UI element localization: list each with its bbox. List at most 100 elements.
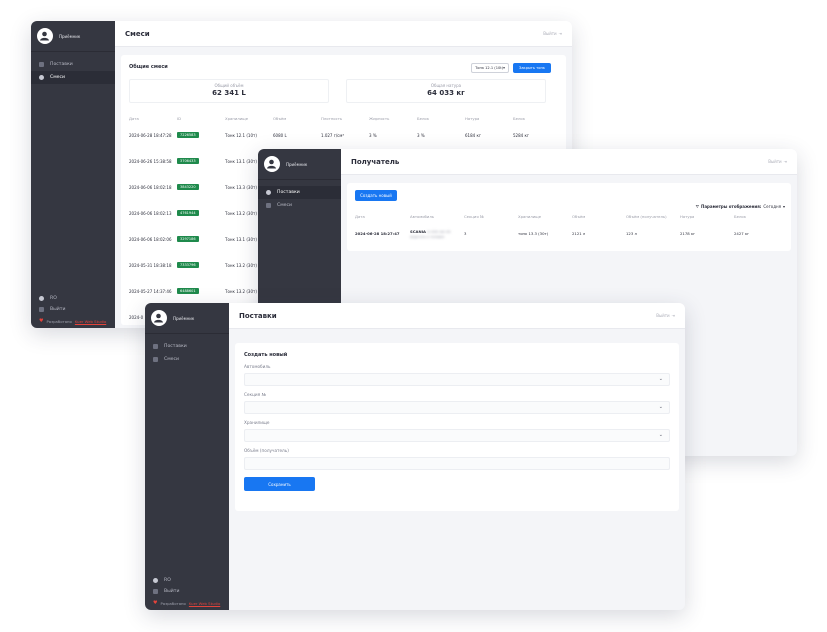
- sidebar-item-label: Выйти: [164, 589, 180, 594]
- page-title: Смеси: [125, 29, 150, 38]
- storage-select[interactable]: ⌄: [244, 429, 670, 442]
- profile[interactable]: Приёмник: [145, 303, 229, 334]
- sidebar-item-mixes[interactable]: Смеси: [258, 199, 341, 212]
- cell-protein: 3 %: [417, 133, 425, 138]
- volume-input[interactable]: [244, 457, 670, 470]
- stat-value: 64 033 кг: [427, 89, 465, 97]
- column-header: Объём (получатель): [626, 214, 667, 219]
- display-params-value: Сегодня: [763, 204, 781, 209]
- cell-date: 2024-06-28 18:47:28: [129, 133, 172, 138]
- logout-icon: ⇥: [558, 31, 562, 36]
- credit-text: Разработано: [160, 600, 186, 606]
- sidebar-item-label: RO: [164, 578, 171, 583]
- id-badge: 3706433: [177, 158, 199, 164]
- cell-protein-total: 5284 кг: [513, 133, 529, 138]
- column-header: Объём: [273, 116, 287, 121]
- sidebar-item-supplies[interactable]: Поставки: [31, 58, 115, 71]
- cell-tank: Тонк 13.2 (30т): [225, 289, 257, 294]
- cell-volume: 2121 л: [572, 231, 586, 236]
- heart-icon: ♥: [39, 318, 44, 324]
- save-button[interactable]: Сохранить: [244, 477, 315, 491]
- sidebar-item-label: Поставки: [277, 190, 300, 195]
- sidebar-item-label: RO: [50, 296, 57, 301]
- logout-icon: [39, 307, 44, 312]
- sidebar-item-language[interactable]: RO: [145, 575, 229, 586]
- column-header: Хранилище: [225, 116, 249, 121]
- topbar: Смеси Выйти ⇥: [115, 21, 572, 47]
- cell-date: 2024-06-06 18:02:13: [129, 211, 172, 216]
- sidebar-item-logout[interactable]: Выйти: [31, 304, 115, 315]
- globe-icon: [39, 296, 44, 301]
- grid-icon: [153, 344, 158, 349]
- field-label: Секция №: [244, 392, 266, 397]
- cell-tank: Тонк 13.2 (30т): [225, 211, 257, 216]
- logout-link[interactable]: Выйти ⇥: [768, 159, 787, 164]
- pie-icon: [39, 75, 44, 80]
- field-label: Хранилище: [244, 420, 270, 425]
- credit-text: Разработано: [46, 318, 72, 324]
- cell-tank: Тонк 13.3 (30т): [225, 185, 257, 190]
- sidebar-item-logout[interactable]: Выйти: [145, 586, 229, 597]
- profile[interactable]: Приёмник: [31, 21, 115, 52]
- sidebar-item-supplies[interactable]: Поставки: [258, 186, 341, 199]
- chevron-down-icon: ⌄: [658, 404, 663, 410]
- sidebar-item-label: Поставки: [50, 62, 73, 67]
- sidebar-item-mixes[interactable]: Смеси: [31, 71, 115, 84]
- column-header: Дата: [129, 116, 139, 121]
- stat-weight: Общая натура 64 033 кг: [346, 79, 546, 103]
- column-header: ID: [177, 116, 182, 121]
- logout-icon: ⇥: [783, 159, 787, 164]
- create-new-button[interactable]: Создать новый: [355, 190, 397, 201]
- column-header: Белок: [734, 214, 746, 219]
- filter-icon: ⛛: [695, 204, 699, 209]
- column-header: Плотность: [321, 116, 343, 121]
- card-title: Общие смеси: [129, 64, 168, 70]
- column-header: Хранилище: [518, 214, 542, 219]
- logout-label: Выйти: [768, 159, 782, 164]
- cell-tank: тонк 13.3 (30т): [518, 231, 549, 236]
- cell-volume-recv: 123 л: [626, 231, 637, 236]
- heart-icon: ♥: [153, 600, 158, 606]
- logout-label: Выйти: [656, 313, 670, 318]
- cell-date: 2024-05-27 14:37:46: [129, 289, 172, 294]
- cell-volume: 6080 L: [273, 133, 287, 138]
- logout-link[interactable]: Выйти ⇥: [543, 31, 562, 36]
- cell-date: 2024-06-26 15:38:58: [129, 159, 172, 164]
- chevron-down-icon: ▾: [503, 66, 505, 70]
- profile[interactable]: Приёмник: [258, 149, 341, 180]
- grid-icon: [266, 203, 271, 208]
- sidebar: Приёмник Поставки Смеси RO Выйти ♥ Разраб…: [145, 303, 229, 610]
- field-label: Автомобиль: [244, 364, 271, 369]
- tank-select[interactable]: Тонк 12.1 (10t) ▾: [471, 63, 509, 73]
- sidebar-item-language[interactable]: RO: [31, 293, 115, 304]
- credit-link[interactable]: Kuer Web Studio: [189, 601, 220, 606]
- field-storage: Хранилище ⌄: [244, 420, 670, 442]
- close-tank-button[interactable]: Закрыть тонк: [513, 63, 551, 73]
- id-badge: 7333796: [177, 262, 199, 268]
- avatar: [151, 310, 167, 326]
- section-select[interactable]: ⌄: [244, 401, 670, 414]
- field-vehicle: Автомобиль ⌄: [244, 364, 670, 386]
- sidebar-item-label: Смеси: [50, 75, 66, 80]
- receiver-card: Создать новый ⛛ Параметры отображения: С…: [347, 183, 791, 251]
- column-header: Автомобиль: [410, 214, 435, 219]
- credit: ♥ Разработано Kuer Web Studio: [31, 315, 115, 324]
- display-params[interactable]: ⛛ Параметры отображения: Сегодня ▾: [696, 204, 785, 209]
- cell-date: 2024-05-31 18:38:18: [129, 263, 172, 268]
- stat-value: 62 341 L: [212, 89, 246, 97]
- sidebar-item-label: Смеси: [164, 357, 180, 362]
- column-header: Белок: [417, 116, 429, 121]
- credit: ♥ Разработано Kuer Web Studio: [145, 597, 229, 606]
- credit-link[interactable]: Kuer Web Studio: [75, 319, 106, 324]
- sidebar-item-label: Смеси: [277, 203, 293, 208]
- id-badge: 4761944: [177, 210, 199, 216]
- field-volume: Объём (получатель): [244, 448, 670, 470]
- grid-icon: [39, 62, 44, 67]
- logout-link[interactable]: Выйти ⇥: [656, 313, 675, 318]
- sidebar-item-supplies[interactable]: Поставки: [145, 340, 229, 353]
- sidebar-item-mixes[interactable]: Смеси: [145, 353, 229, 366]
- supplies-window: Приёмник Поставки Смеси RO Выйти ♥ Разраб…: [145, 303, 685, 610]
- pie-icon: [266, 190, 271, 195]
- chevron-down-icon: ⌄: [658, 432, 663, 438]
- vehicle-select[interactable]: ⌄: [244, 373, 670, 386]
